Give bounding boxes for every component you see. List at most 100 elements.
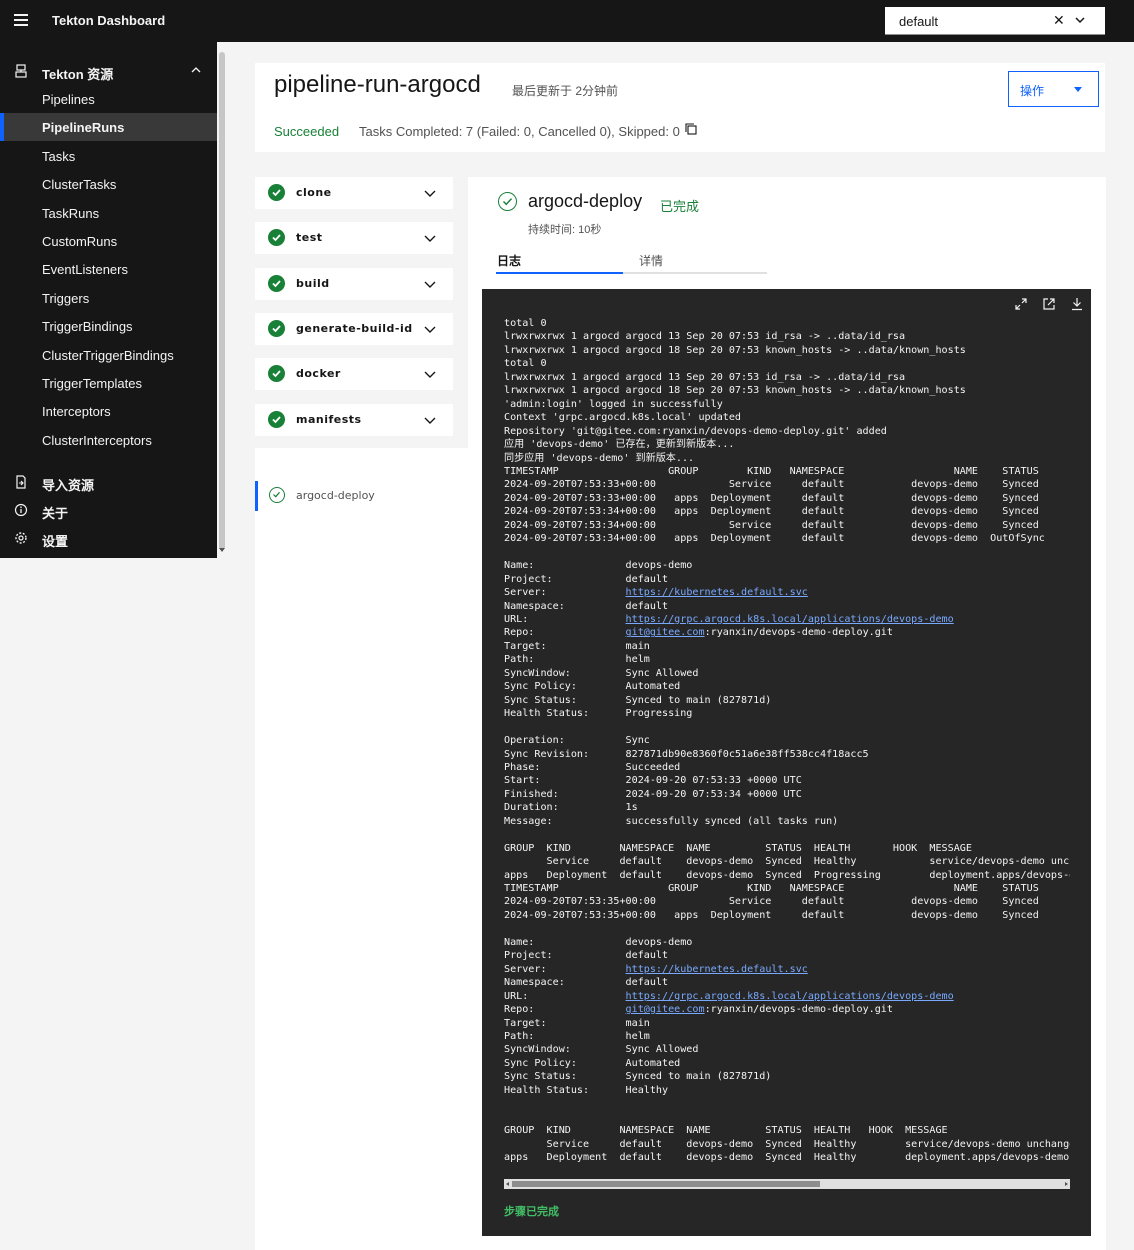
chevron-down-icon[interactable] [424, 415, 436, 425]
task-steps-panel [255, 448, 468, 1250]
actions-label: 操作 [1020, 84, 1045, 98]
sidebar-item-label: 关于 [42, 506, 69, 521]
sidebar-item-label: Triggers [42, 290, 90, 306]
sidebar-item-label: Tasks [42, 148, 76, 164]
sidebar-item-clustertriggerbindings[interactable]: ClusterTriggerBindings [0, 341, 217, 369]
sidebar-item-about[interactable]: 关于 [0, 496, 217, 524]
chevron-down-icon[interactable] [1074, 14, 1086, 26]
sidebar-item-triggerbindings[interactable]: TriggerBindings [0, 312, 217, 340]
sidebar-item-pipelines[interactable]: Pipelines [0, 85, 217, 113]
maximize-icon[interactable] [1014, 297, 1028, 311]
robot-icon [15, 64, 27, 78]
pipelinerun-header: pipeline-run-argocd 最后更新于 2分钟前 Succeeded… [255, 63, 1105, 152]
sidebar-item-pipelineruns[interactable]: PipelineRuns [0, 113, 217, 142]
check-circle-icon [269, 487, 285, 503]
chevron-down-icon[interactable] [424, 233, 436, 243]
sidebar-item-label: Pipelines [42, 92, 95, 107]
gear-icon [15, 532, 27, 544]
sidebar-item-settings[interactable]: 设置 [0, 524, 217, 552]
sidebar-item-customruns[interactable]: CustomRuns [0, 227, 217, 255]
task-docker[interactable]: docker [255, 358, 453, 391]
sidebar-item-tasks[interactable]: Tasks [0, 142, 217, 170]
sidebar-item-triggertemplates[interactable]: TriggerTemplates [0, 369, 217, 397]
check-circle-icon [268, 365, 285, 383]
step-details: argocd-deploy 已完成 持续时间: 10秒 日志 详情 total … [468, 177, 1106, 1250]
caret-down-icon [1074, 87, 1082, 92]
step-title: argocd-deploy [528, 191, 643, 211]
sidebar-item-label: PipelineRuns [42, 120, 125, 136]
sidebar-section-label: Tekton 资源 [42, 67, 114, 82]
sidebar-scrollbar[interactable] [217, 42, 227, 558]
check-circle-icon [268, 319, 285, 337]
hamburger-icon[interactable] [14, 14, 28, 26]
sidebar-item-eventlisteners[interactable]: EventListeners [0, 255, 217, 283]
log-footer-status: 步骤已完成 [504, 1206, 559, 1218]
scroll-right-arrow-icon[interactable] [1065, 1182, 1068, 1186]
log-link[interactable]: git@gitee.com [626, 1004, 705, 1015]
task-name: manifests [296, 412, 362, 426]
check-circle-icon [268, 184, 285, 201]
task-clone[interactable]: clone [255, 177, 453, 209]
scrollbar-thumb[interactable] [512, 1181, 820, 1187]
sidebar-item-clustertasks[interactable]: ClusterTasks [0, 170, 217, 198]
scroll-down-arrow-icon[interactable] [219, 548, 225, 552]
log-link[interactable]: https://kubernetes.default.svc [626, 587, 808, 598]
chevron-down-icon[interactable] [424, 324, 436, 334]
sidebar-item-triggers[interactable]: Triggers [0, 284, 217, 312]
scrollbar-thumb[interactable] [219, 52, 225, 550]
check-circle-icon [268, 274, 285, 292]
log-horizontal-scrollbar[interactable] [504, 1179, 1070, 1189]
task-manifests[interactable]: manifests [255, 403, 453, 436]
tasks-summary: Tasks Completed: 7 (Failed: 0, Cancelled… [359, 124, 680, 139]
step-name: argocd-deploy [296, 489, 375, 502]
sidebar-item-clusterinterceptors[interactable]: ClusterInterceptors [0, 426, 217, 454]
sidebar-item-interceptors[interactable]: Interceptors [0, 397, 217, 425]
last-updated: 最后更新于 2分钟前 [512, 84, 619, 98]
step-argocd-deploy[interactable]: argocd-deploy [255, 481, 468, 511]
sidebar-item-taskruns[interactable]: TaskRuns [0, 199, 217, 227]
check-circle-icon [498, 192, 517, 211]
chevron-down-icon[interactable] [424, 279, 436, 289]
actions-dropdown-button[interactable]: 操作 [1008, 71, 1099, 107]
log-link[interactable]: https://kubernetes.default.svc [626, 964, 808, 975]
task-name: test [296, 231, 323, 245]
sidebar-item-import-resources[interactable]: 导入资源 [0, 468, 217, 496]
launch-icon[interactable] [1042, 297, 1056, 311]
log-link[interactable]: git@gitee.com [626, 627, 705, 638]
close-icon[interactable]: ✕ [1053, 12, 1065, 29]
download-icon[interactable] [1070, 297, 1084, 311]
log-link[interactable]: https://grpc.argocd.k8s.local/applicatio… [626, 614, 954, 625]
sidebar-item-label: Interceptors [42, 404, 111, 420]
tab-label: 日志 [497, 254, 522, 268]
log-viewer[interactable]: total 0 lrwxrwxrwx 1 argocd argocd 13 Se… [482, 289, 1091, 1236]
task-name: build [296, 276, 330, 290]
sidebar-item-label: ClusterInterceptors [42, 432, 152, 448]
tab-logs[interactable]: 日志 [496, 247, 640, 274]
chevron-down-icon[interactable] [424, 188, 436, 198]
task-generate-build-id[interactable]: generate-build-id [255, 312, 453, 345]
page-title: pipeline-run-argocd [274, 71, 481, 98]
sidebar-item-label: 设置 [42, 534, 69, 549]
step-duration: 持续时间: 10秒 [528, 224, 602, 236]
sidebar-item-label: TriggerTemplates [42, 376, 142, 391]
check-circle-icon [268, 410, 285, 428]
sidebar-item-label: ClusterTriggerBindings [42, 347, 174, 363]
log-link[interactable]: https://grpc.argocd.k8s.local/applicatio… [626, 991, 954, 1002]
info-icon [14, 503, 28, 517]
task-name: clone [296, 186, 332, 199]
task-name: generate-build-id [296, 321, 413, 335]
app-title[interactable]: Tekton Dashboard [52, 13, 165, 28]
task-build[interactable]: build [255, 267, 453, 300]
task-name: docker [296, 367, 341, 381]
scroll-left-arrow-icon[interactable] [506, 1182, 509, 1186]
sidebar-item-label: TriggerBindings [42, 319, 133, 335]
sidebar-section-tekton-resources[interactable]: Tekton 资源 [0, 57, 217, 85]
tab-label: 详情 [639, 254, 664, 268]
copy-icon[interactable] [685, 123, 697, 135]
chevron-up-icon[interactable] [191, 65, 201, 75]
tab-details[interactable]: 详情 [623, 247, 767, 274]
namespace-select[interactable]: default ✕ [885, 7, 1105, 35]
sidebar: Tekton 资源 Pipelines PipelineRuns Tasks Clus… [0, 42, 217, 558]
chevron-down-icon[interactable] [424, 369, 436, 379]
task-test[interactable]: test [255, 222, 453, 255]
